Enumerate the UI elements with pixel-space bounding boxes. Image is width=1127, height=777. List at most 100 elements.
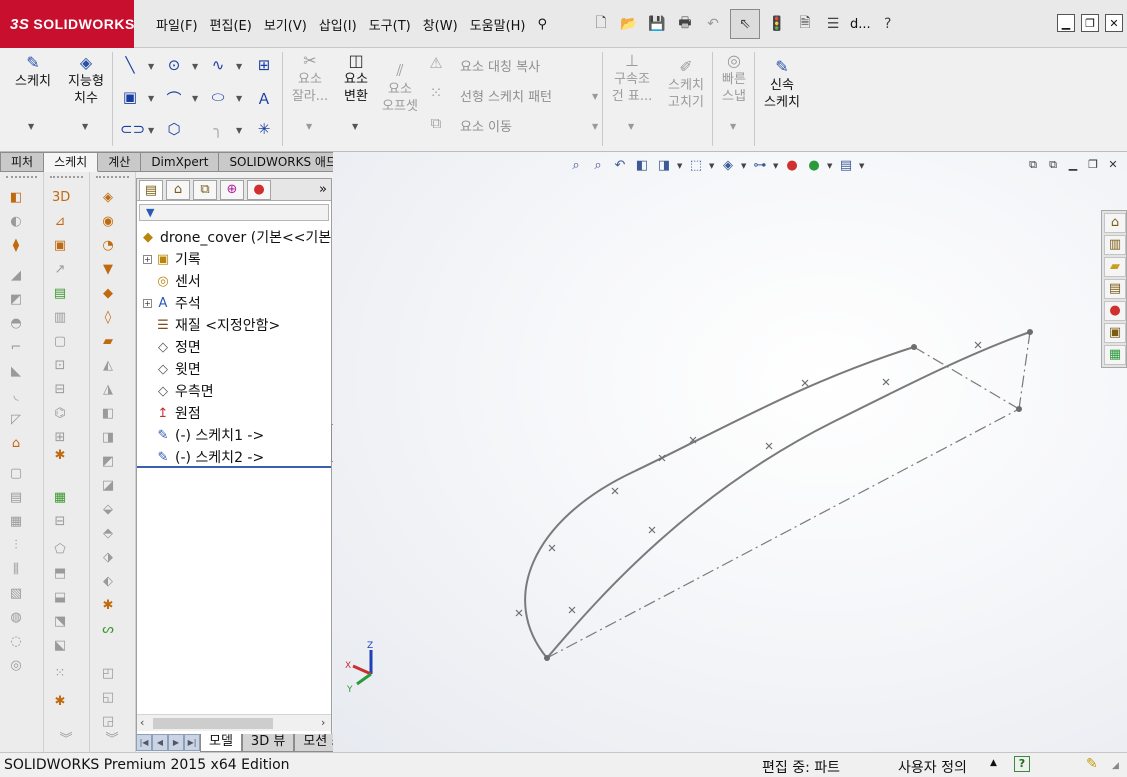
circle-dropdown-arrow[interactable]: ▼: [192, 62, 198, 71]
cut-with-surface-icon[interactable]: ⬔: [52, 614, 68, 630]
wrap-icon[interactable]: ▧: [8, 586, 24, 602]
delete-face-icon[interactable]: ⊟: [52, 514, 68, 530]
chamfer-icon[interactable]: ◸: [8, 412, 24, 428]
endpoint[interactable]: [1016, 406, 1022, 412]
save-icon[interactable]: 💾: [646, 13, 668, 35]
tree-item-annotations[interactable]: + A 주석: [143, 293, 201, 313]
dome-icon[interactable]: ◍: [8, 610, 24, 626]
tree-item-origin[interactable]: ↥ 원점: [154, 403, 201, 423]
endpoint[interactable]: [911, 344, 917, 350]
box-view-icon[interactable]: ◱: [100, 690, 116, 706]
box-view-2-icon[interactable]: ◲: [100, 714, 116, 730]
graphics-area[interactable]: ⌕ ⌕ ↶ ◧ ◨ ▼ ⬚ ▼ ◈ ▼ ⊶ ▼ ● ● ▼ ▤ ▼ ⧉ ⧉ ▁ …: [333, 152, 1127, 752]
thicken-icon[interactable]: ⬒: [52, 566, 68, 582]
surface-icon[interactable]: ▥: [52, 310, 68, 326]
more-tabs-chevron-icon[interactable]: »: [319, 182, 327, 197]
tag-icon[interactable]: ✎: [1086, 756, 1098, 772]
planar-surface-icon[interactable]: ◊: [100, 310, 116, 326]
revolve-icon[interactable]: ◐: [8, 214, 24, 230]
repair-sketch-button[interactable]: ✐ 스케치 고치기: [662, 58, 710, 111]
expand-icon[interactable]: +: [143, 254, 152, 264]
boundary-icon[interactable]: ▢: [52, 334, 68, 350]
tab-3d-views[interactable]: 3D 뷰: [241, 733, 295, 752]
configuration-manager-tab-icon[interactable]: ⧉: [193, 179, 217, 200]
shell-icon[interactable]: ▢: [8, 466, 24, 482]
tree-item-history[interactable]: + ▣ 기록: [143, 249, 201, 269]
extrude-boss-icon[interactable]: ◧: [8, 190, 24, 206]
arc-dropdown-arrow[interactable]: ▼: [192, 94, 198, 103]
sweep-cut-icon[interactable]: ⌐: [8, 340, 24, 356]
rib-icon[interactable]: ⫼: [8, 562, 24, 578]
rectangle-tool-icon[interactable]: ▣: [120, 88, 140, 108]
offset-entities-button[interactable]: ⫽ 요소 오프셋: [378, 62, 422, 115]
mirror-entities-label[interactable]: 요소 대칭 복사: [460, 56, 540, 75]
text-tool-icon[interactable]: Ａ: [254, 88, 274, 108]
new-document-icon[interactable]: 🗋: [590, 13, 612, 35]
draft-icon[interactable]: ▤: [8, 490, 24, 506]
undo-icon[interactable]: ↶: [702, 13, 724, 35]
file-explorer-icon[interactable]: ▰: [1104, 257, 1126, 277]
display-relations-button[interactable]: ⊥ 구속조 건 표...: [608, 52, 656, 105]
help-question-icon[interactable]: ?: [877, 13, 899, 35]
convert-entities-button[interactable]: ◫ 요소 변환: [336, 52, 376, 105]
tree-root-part[interactable]: ◆ drone_cover (기본<<기본: [139, 227, 331, 247]
quick-snaps-dropdown-arrow[interactable]: ▼: [730, 122, 736, 131]
scroll-right-icon[interactable]: ›: [321, 716, 325, 729]
spline-dropdown-arrow[interactable]: ▼: [236, 62, 242, 71]
curves-icon[interactable]: ↗: [52, 262, 68, 278]
revolve-cut-icon[interactable]: ◓: [8, 316, 24, 332]
solidworks-forum-icon[interactable]: ▦: [1104, 345, 1126, 365]
tab-sketch[interactable]: 스케치: [44, 152, 99, 172]
radiate-surface-icon[interactable]: ⬖: [100, 574, 116, 590]
move-entities-label[interactable]: 요소 이동: [460, 116, 512, 135]
point-tool-icon[interactable]: ✳: [254, 120, 274, 140]
line-dropdown-arrow[interactable]: ▼: [148, 62, 154, 71]
last-tab-icon[interactable]: ▶|: [184, 734, 200, 751]
grid-snap-icon[interactable]: ⊞: [254, 56, 274, 76]
reference-geometry-icon[interactable]: ▣: [52, 238, 68, 254]
feature-tree-filter[interactable]: ▼: [139, 204, 329, 221]
slot-dropdown-arrow[interactable]: ▼: [148, 126, 154, 135]
minimize-window-icon[interactable]: ▁: [1057, 14, 1075, 32]
tab-model[interactable]: 모델: [200, 733, 242, 752]
surface-fillet-icon[interactable]: ◮: [100, 382, 116, 398]
chevron-up-icon[interactable]: ▲: [990, 758, 997, 768]
menu-tools[interactable]: 도구(T): [363, 15, 417, 34]
tree-item-material[interactable]: ☰ 재질 <지정안함>: [154, 315, 280, 335]
quick-snaps-button[interactable]: ◎ 빠른 스냅: [716, 52, 752, 105]
untrim-surface-icon[interactable]: ◩: [100, 454, 116, 470]
rollback-bar[interactable]: [137, 466, 331, 468]
solidworks-logo[interactable]: 3S SOLIDWORKS: [0, 0, 134, 48]
knit-surface-icon[interactable]: ◪: [100, 478, 116, 494]
centerline-back[interactable]: [1018, 331, 1031, 410]
pin-menu-icon[interactable]: ⚲: [532, 17, 554, 32]
sketch-button[interactable]: ✎ 스케치: [10, 54, 56, 90]
scrollbar-thumb[interactable]: [153, 718, 273, 729]
line-tool-icon[interactable]: ╲: [120, 56, 140, 76]
tree-item-top-plane[interactable]: ◇ 윗면: [154, 359, 201, 379]
design-library-icon[interactable]: ▥: [1104, 235, 1126, 255]
extend-surface-icon[interactable]: ◧: [100, 406, 116, 422]
ellipse-dropdown-arrow[interactable]: ▼: [236, 94, 242, 103]
property-manager-tab-icon[interactable]: ⌂: [166, 179, 190, 200]
tree-item-sketch1[interactable]: ✎ (-) 스케치1 ->: [154, 425, 265, 445]
close-window-icon[interactable]: ✕: [1105, 14, 1123, 32]
polygon-tool-icon[interactable]: ⬡: [164, 120, 184, 140]
fill-surface-icon[interactable]: ⬠: [52, 542, 68, 558]
linear-pattern-label[interactable]: 선형 스케치 패턴: [460, 86, 552, 105]
revolved-surface-icon[interactable]: ◉: [100, 214, 116, 230]
select-pointer-icon[interactable]: ⇖: [730, 9, 760, 39]
trim-dropdown-arrow[interactable]: ▼: [306, 122, 312, 131]
slot-tool-icon[interactable]: ⊂⊃: [120, 120, 145, 140]
expand-icon[interactable]: +: [143, 298, 152, 308]
prev-tab-icon[interactable]: ◀: [152, 734, 168, 751]
spline-point[interactable]: [974, 341, 982, 349]
ellipse-tool-icon[interactable]: ⬭: [208, 88, 228, 108]
menu-insert[interactable]: 삽입(I): [313, 15, 363, 34]
convert-dropdown-arrow[interactable]: ▼: [352, 122, 358, 131]
sketch-plane-icon[interactable]: ⊿: [52, 214, 68, 230]
tree-item-right-plane[interactable]: ◇ 우측면: [154, 381, 214, 401]
dimension-dropdown-arrow[interactable]: ▼: [82, 122, 88, 131]
rapid-sketch-button[interactable]: ✎ 신속 스케치: [758, 58, 806, 111]
fillet-tool-icon[interactable]: ╮: [208, 120, 228, 140]
